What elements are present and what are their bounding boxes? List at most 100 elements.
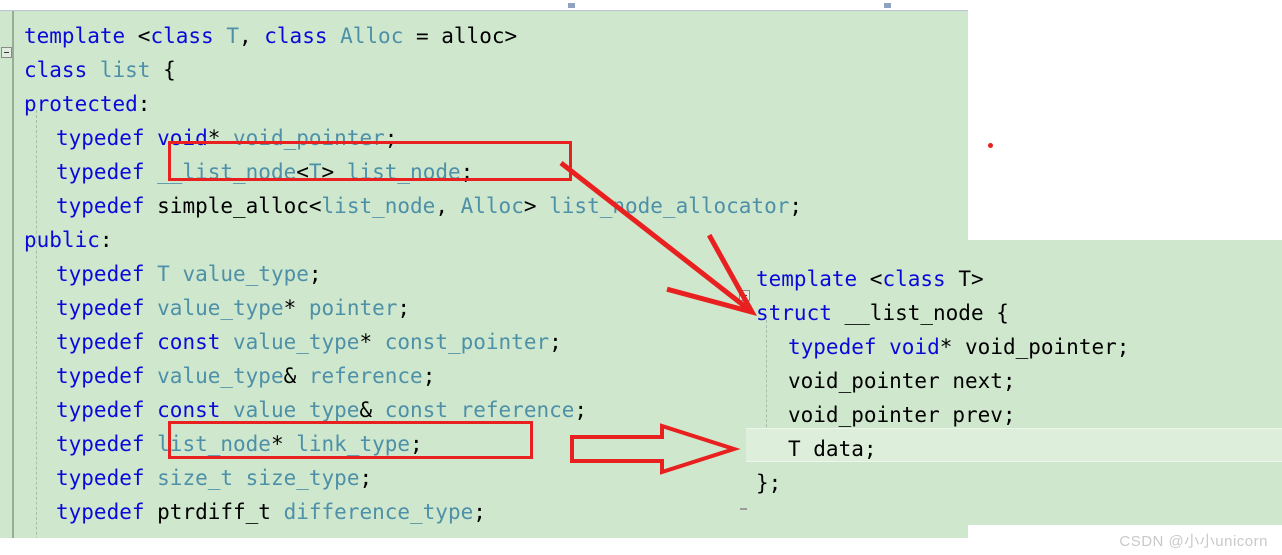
code-token: class (882, 267, 959, 291)
code-token: value_type (182, 262, 309, 286)
code-token: const (157, 398, 234, 422)
code-token: list_node (321, 194, 436, 218)
code-token: struct (756, 301, 845, 325)
code-token: difference_type (283, 500, 474, 524)
code-line[interactable]: typedef value_type* pointer; (56, 291, 410, 325)
code-token: class (24, 58, 100, 82)
code-line[interactable]: protected: (24, 87, 150, 121)
code-token: typedef (56, 398, 158, 422)
gutter-rule-left (12, 11, 14, 538)
code-token: < (296, 160, 309, 184)
code-token: < (137, 24, 151, 48)
code-token: }; (756, 471, 782, 495)
code-token: ; (308, 262, 322, 286)
code-token: = alloc> (415, 24, 518, 48)
code-line[interactable]: typedef value_type& reference; (56, 359, 435, 393)
code-token: size_type (245, 466, 360, 490)
code-token: , (435, 194, 461, 218)
collapse-end-marker (740, 508, 747, 510)
code-token: __list_node { (844, 301, 1009, 325)
code-line[interactable]: template <class T> (756, 262, 984, 296)
code-line[interactable]: }; (756, 466, 781, 500)
code-token: { (163, 58, 176, 82)
code-token: ; (397, 296, 411, 320)
code-token: value_type (233, 398, 360, 422)
code-line[interactable]: typedef const value_type& const_referenc… (56, 393, 587, 427)
code-line[interactable]: typedef list_node* link_type; (56, 427, 423, 461)
window-strip-tick-0 (568, 3, 575, 8)
code-line[interactable]: T data; (788, 432, 877, 466)
code-token: pointer (308, 296, 398, 320)
code-token: typedef (56, 500, 158, 524)
code-line[interactable]: typedef simple_alloc<list_node, Alloc> l… (56, 189, 802, 223)
code-token: T (226, 24, 239, 48)
code-line[interactable]: void_pointer next; (788, 364, 1016, 398)
code-token: > (970, 267, 984, 291)
code-token: list_node (157, 432, 271, 456)
code-token: public (24, 228, 100, 252)
code-token: simple_alloc< (157, 194, 322, 218)
code-token: ; (410, 432, 423, 456)
code-token: void (889, 335, 940, 359)
code-token: list (99, 58, 164, 82)
red-dot-marker (988, 143, 993, 148)
code-token: class (264, 24, 341, 48)
code-token: ; (384, 126, 398, 150)
code-token: template (756, 267, 870, 291)
code-token: ; (789, 194, 803, 218)
code-token: ; (473, 500, 486, 524)
code-token: T (958, 267, 971, 291)
code-token: ptrdiff_t (157, 500, 284, 524)
code-token: reference (308, 364, 423, 388)
screenshot-root: template <class T, class Alloc = alloc> c… (0, 0, 1282, 555)
code-token: size_t (157, 466, 246, 490)
code-token: protected (24, 92, 138, 116)
code-token: class (150, 24, 227, 48)
code-line[interactable]: typedef __list_node<T> list_node; (56, 155, 473, 189)
code-token: ; (574, 398, 588, 422)
code-token: Alloc (340, 24, 416, 48)
code-token: * (207, 126, 234, 150)
code-token: value_type (233, 330, 360, 354)
code-token: Alloc (460, 194, 524, 218)
code-token: typedef (788, 335, 890, 359)
code-line[interactable]: struct __list_node { (756, 296, 1009, 330)
code-token: typedef (56, 194, 158, 218)
code-token: T (157, 262, 183, 286)
code-token: typedef (56, 126, 158, 150)
code-token: typedef (56, 432, 158, 456)
code-token: > (321, 160, 347, 184)
code-token: * (283, 296, 309, 320)
code-token: < (869, 267, 883, 291)
collapse-toggle-class-list[interactable] (1, 47, 12, 58)
code-token: list_node_allocator (549, 194, 790, 218)
code-line[interactable]: typedef const value_type* const_pointer; (56, 325, 562, 359)
code-token: * (359, 330, 385, 354)
code-line[interactable]: typedef void* void_pointer; (56, 121, 397, 155)
code-token: ; (549, 330, 562, 354)
code-line[interactable]: public: (24, 223, 113, 257)
code-token: void_pointer prev; (788, 403, 1016, 427)
code-line[interactable]: typedef ptrdiff_t difference_type; (56, 495, 486, 529)
code-token: ; (460, 160, 474, 184)
code-line[interactable]: typedef void* void_pointer; (788, 330, 1129, 364)
code-line[interactable]: typedef T value_type; (56, 257, 322, 291)
code-token: & (283, 364, 309, 388)
code-token: const (157, 330, 234, 354)
code-editor-right[interactable]: template <class T> struct __list_node {ty… (738, 240, 1282, 525)
code-token: ; (359, 466, 373, 490)
code-token: void_pointer next; (788, 369, 1016, 393)
code-token: ; (422, 364, 436, 388)
code-line[interactable]: void_pointer prev; (788, 398, 1016, 432)
code-token: & (359, 398, 385, 422)
collapse-toggle-struct-list-node[interactable] (739, 290, 750, 301)
code-line[interactable]: typedef size_t size_type; (56, 461, 372, 495)
code-line[interactable]: class list { (24, 53, 176, 87)
code-token: , (238, 24, 265, 48)
code-token: : (137, 92, 151, 116)
code-token: const_reference (384, 398, 575, 422)
code-token: value_type (157, 296, 284, 320)
code-line[interactable]: template <class T, class Alloc = alloc> (24, 19, 517, 53)
code-token: link_type (296, 432, 411, 456)
indent-guide-left (36, 110, 37, 538)
